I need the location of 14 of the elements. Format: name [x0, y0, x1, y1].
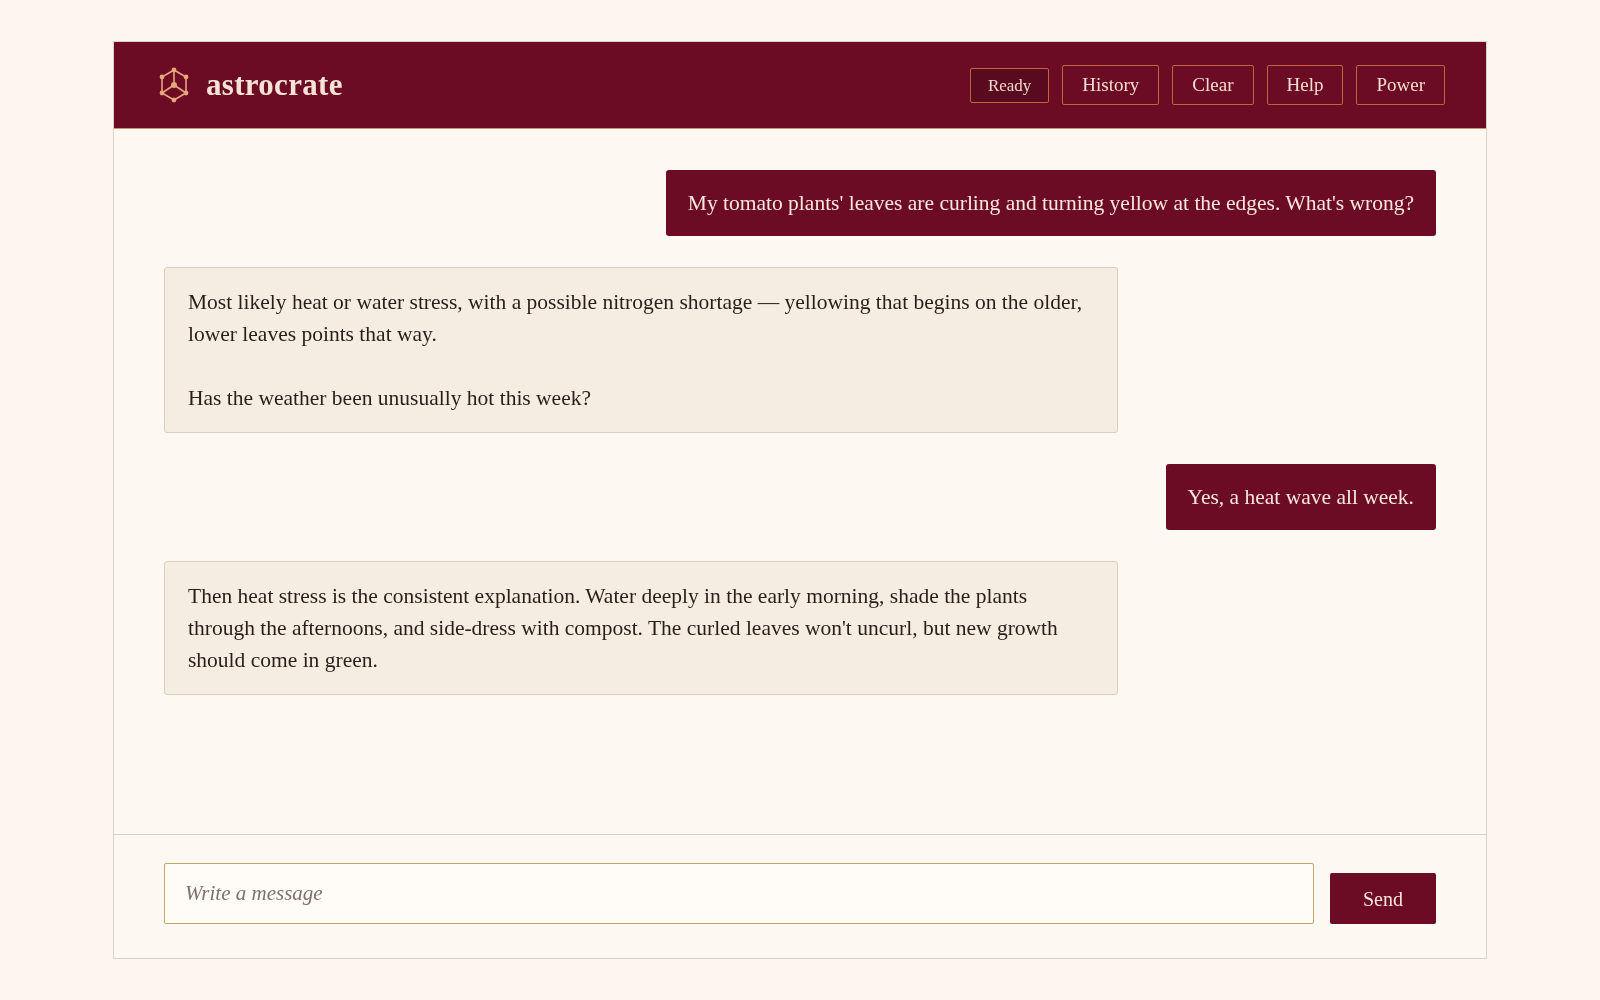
header-button[interactable]: Power — [1356, 65, 1445, 105]
status-badge: Ready — [969, 67, 1050, 103]
brand-name: astrocrate — [206, 65, 343, 104]
header-button[interactable]: Clear — [1172, 65, 1254, 105]
message-text: My tomato plants' leaves are curling and turning yellow at the edges. What's wrong? — [687, 190, 1414, 217]
message-input[interactable]: Write a message — [164, 863, 1314, 924]
message-text: Yes, a heat wave all week. — [1187, 484, 1414, 511]
message-text: Then heat stress is the consistent explanation. Water deeply in the early morning, shade the plants through the afternoons, and side-dress with compost. The curled leaves won't uncurl, but new growth should come in green. — [188, 583, 1059, 674]
header-button[interactable]: History — [1062, 65, 1160, 105]
header-button[interactable]: Help — [1266, 65, 1344, 105]
send-button[interactable]: Send — [1330, 873, 1436, 924]
cube-icon — [158, 67, 190, 103]
message-text: Most likely heat or water stress, with a possible nitrogen shortage — yellowing that begins on the older, lower leaves points that way. — [188, 289, 1084, 348]
message-text: Has the weather been unusually hot this week? — [188, 385, 592, 412]
